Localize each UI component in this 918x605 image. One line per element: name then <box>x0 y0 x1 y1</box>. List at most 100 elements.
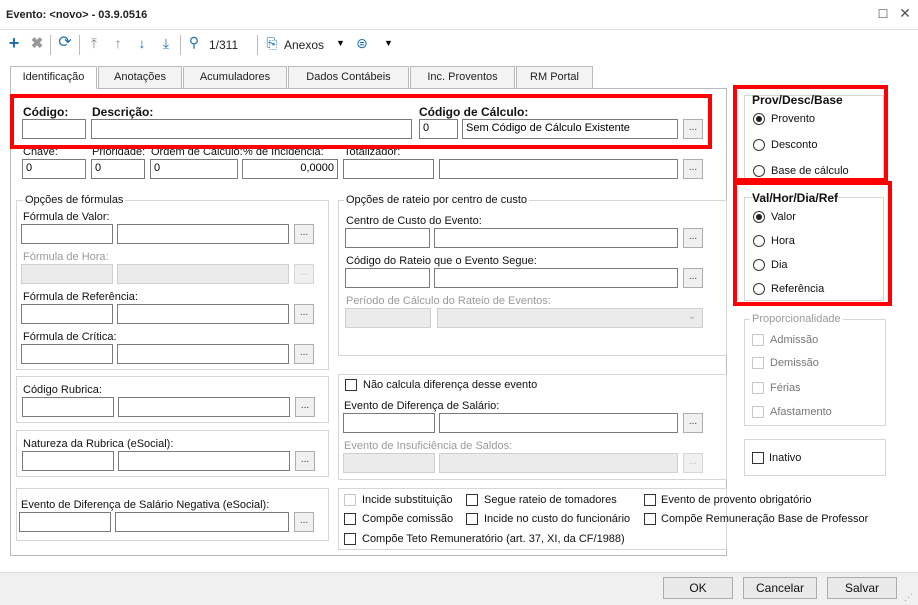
formula-referencia-lookup-button[interactable]: ... <box>294 304 314 324</box>
compoe-remuneracao-checkbox[interactable] <box>644 513 656 525</box>
segue-rateio-checkbox[interactable] <box>466 494 478 506</box>
codigo-rateio-label: Código do Rateio que o Evento Segue: <box>346 255 537 267</box>
compoe-teto-checkbox[interactable] <box>344 533 356 545</box>
negativa-description-field <box>115 512 289 532</box>
rateio-group-title: Opções de rateio por centro de custo <box>344 194 529 206</box>
resize-grip-icon[interactable]: ⋰ <box>904 592 913 603</box>
incide-substituicao-checkbox <box>344 494 356 506</box>
ok-button[interactable]: OK <box>663 577 733 599</box>
record-position: 1/311 <box>209 38 239 52</box>
formula-critica-lookup-button[interactable]: ... <box>294 344 314 364</box>
tab-acumuladores[interactable]: Acumuladores <box>183 66 287 88</box>
formula-hora-label: Fórmula de Hora: <box>23 251 109 263</box>
natureza-label: Natureza da Rubrica (eSocial): <box>23 438 174 450</box>
codigo-rateio-lookup-button[interactable]: ... <box>683 268 703 288</box>
refresh-icon[interactable]: ⟳ <box>56 35 74 54</box>
evento-diferenca-label: Evento de Diferença de Salário: <box>344 400 500 412</box>
formula-valor-lookup-button[interactable]: ... <box>294 224 314 244</box>
compoe-remuneracao-label: Compõe Remuneração Base de Professor <box>661 513 869 525</box>
tab-dados-contabeis[interactable]: Dados Contábeis <box>288 66 409 88</box>
paperclip-icon[interactable]: ⎘ <box>263 36 281 54</box>
incidencia-field[interactable]: 0,0000 <box>242 159 338 179</box>
compoe-comissao-label: Compõe comissão <box>362 513 454 525</box>
periodo-rateio-field <box>345 308 431 328</box>
save-button[interactable]: Salvar <box>827 577 897 599</box>
demissao-checkbox <box>752 357 764 369</box>
options-icon[interactable]: ⊜ <box>353 36 371 54</box>
negativa-lookup-button[interactable]: ... <box>294 512 314 532</box>
compoe-teto-label: Compõe Teto Remuneratório (art. 37, XI, … <box>362 533 625 545</box>
centro-custo-description-field <box>434 228 678 248</box>
codigo-rateio-code-field[interactable] <box>345 268 430 288</box>
periodo-rateio-select <box>437 308 703 328</box>
admissao-checkbox <box>752 334 764 346</box>
search-icon[interactable]: ⚲ <box>185 35 203 53</box>
tab-anotacoes[interactable]: Anotações <box>98 66 182 88</box>
highlight-box-header <box>10 94 712 149</box>
inativo-checkbox[interactable] <box>752 452 764 464</box>
prioridade-field[interactable]: 0 <box>91 159 145 179</box>
formula-referencia-code-field[interactable] <box>21 304 113 324</box>
codigo-rateio-description-field <box>434 268 678 288</box>
add-icon[interactable]: + <box>5 34 23 54</box>
rubrica-lookup-button[interactable]: ... <box>295 397 315 417</box>
totalizador-code-field[interactable] <box>343 159 434 179</box>
previous-record-icon[interactable]: ↑ <box>109 36 127 54</box>
chave-field[interactable]: 0 <box>22 159 86 179</box>
cancel-button[interactable]: Cancelar <box>743 577 817 599</box>
formula-referencia-label: Fórmula de Referência: <box>23 291 138 303</box>
anexos-dropdown-icon[interactable]: ▼ <box>336 38 345 48</box>
highlight-box-prov <box>733 85 888 182</box>
nao-calcula-checkbox[interactable] <box>345 379 357 391</box>
totalizador-description-field <box>439 159 678 179</box>
formula-referencia-description-field <box>117 304 289 324</box>
toolbar-divider <box>79 35 80 55</box>
formula-critica-code-field[interactable] <box>21 344 113 364</box>
tab-rm-portal[interactable]: RM Portal <box>516 66 593 88</box>
rubrica-code-field[interactable] <box>22 397 114 417</box>
tab-identificacao[interactable]: Identificação <box>10 66 97 89</box>
options-dropdown-icon[interactable]: ▼ <box>384 38 393 48</box>
close-icon[interactable]: ✕ <box>896 6 914 24</box>
compoe-comissao-checkbox[interactable] <box>344 513 356 525</box>
evento-diferenca-code-field[interactable] <box>343 413 435 433</box>
centro-custo-code-field[interactable] <box>345 228 430 248</box>
incide-custo-checkbox[interactable] <box>466 513 478 525</box>
formula-critica-label: Fórmula de Crítica: <box>23 331 117 343</box>
formula-hora-description-field <box>117 264 289 284</box>
first-record-icon[interactable]: ⤒ <box>85 36 103 54</box>
natureza-lookup-button[interactable]: ... <box>295 451 315 471</box>
last-record-icon[interactable]: ⤓ <box>157 36 175 54</box>
evento-diferenca-lookup-button[interactable]: ... <box>683 413 703 433</box>
window-title: Evento: <novo> - 03.9.0516 <box>6 9 148 21</box>
ferias-checkbox <box>752 382 764 394</box>
insuficiencia-description-field <box>439 453 678 473</box>
maximize-icon[interactable]: ☐ <box>874 7 892 25</box>
inativo-group <box>744 439 886 476</box>
chevron-down-icon: ⌄ <box>688 311 697 322</box>
afastamento-checkbox <box>752 406 764 418</box>
toolbar-divider <box>257 35 258 55</box>
provento-obrigatorio-checkbox[interactable] <box>644 494 656 506</box>
formula-valor-code-field[interactable] <box>21 224 113 244</box>
tab-inc-proventos[interactable]: Inc. Proventos <box>410 66 515 88</box>
toolbar: + ✖ ⟳ ⤒ ↑ ↓ ⤓ ⚲ 1/311 ⎘ Anexos ▼ ⊜ ▼ <box>0 31 918 59</box>
next-record-icon[interactable]: ↓ <box>133 36 151 54</box>
centro-custo-lookup-button[interactable]: ... <box>683 228 703 248</box>
totalizador-lookup-button[interactable]: ... <box>683 159 703 179</box>
rubrica-description-field <box>118 397 290 417</box>
ferias-label: Férias <box>770 382 801 394</box>
delete-icon[interactable]: ✖ <box>28 36 46 55</box>
formulas-group-title: Opções de fórmulas <box>23 194 126 206</box>
afastamento-label: Afastamento <box>770 406 832 418</box>
anexos-button[interactable]: Anexos <box>284 38 324 52</box>
evento-diferenca-description-field <box>439 413 678 433</box>
negativa-code-field[interactable] <box>19 512 111 532</box>
toolbar-divider <box>50 35 51 55</box>
insuficiencia-code-field <box>343 453 435 473</box>
ordem-calculo-field[interactable]: 0 <box>150 159 238 179</box>
provento-obrigatorio-label: Evento de provento obrigatório <box>661 494 812 506</box>
natureza-code-field[interactable] <box>22 451 114 471</box>
nao-calcula-label: Não calcula diferença desse evento <box>363 379 538 391</box>
formula-critica-description-field <box>117 344 289 364</box>
